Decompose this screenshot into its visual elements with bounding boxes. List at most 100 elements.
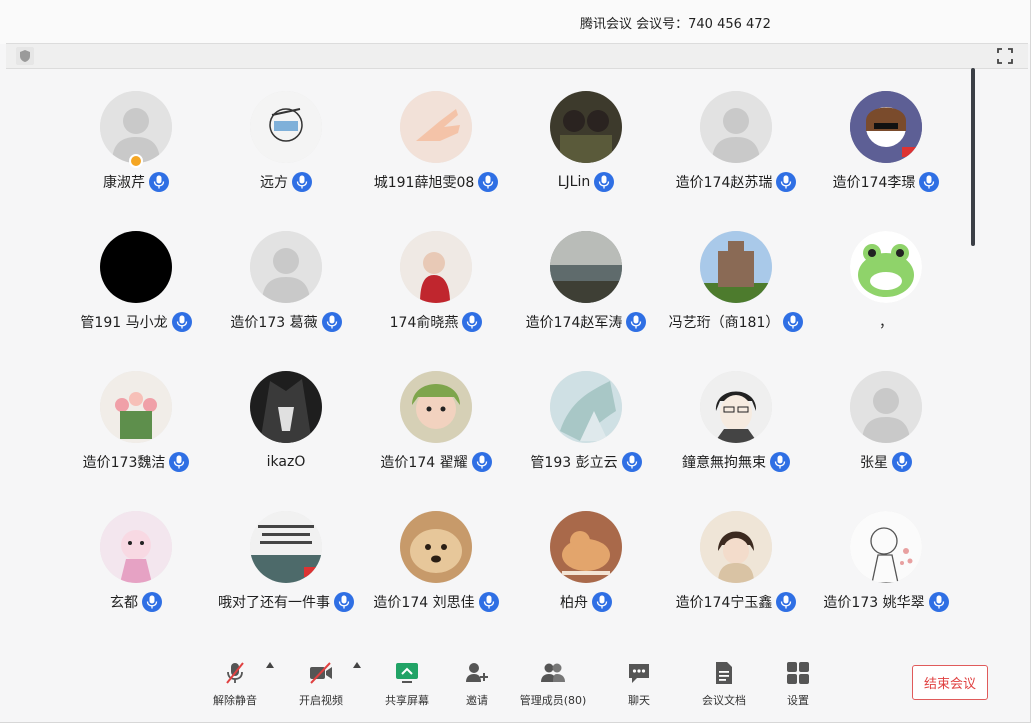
add-person-icon	[466, 663, 488, 682]
mic-icon	[776, 172, 797, 192]
manage-members-label: 管理成员(80)	[519, 694, 587, 707]
participant-name-row: 造价173 葛薇	[211, 311, 361, 333]
participant-name: 174俞晓燕	[389, 315, 459, 331]
participant-tile[interactable]: 玄都	[61, 511, 211, 621]
participant-name: 远方	[260, 175, 288, 191]
participant-tile[interactable]: 造价173 姚华翠	[811, 511, 961, 621]
participant-tile[interactable]: 造价174李璟	[811, 91, 961, 201]
shield-icon[interactable]	[16, 47, 34, 65]
mic-icon	[478, 172, 499, 192]
settings-button[interactable]: 设置	[753, 660, 843, 712]
avatar	[550, 511, 622, 583]
participant-name-row: 柏舟	[511, 591, 661, 613]
mic-icon	[621, 452, 642, 472]
mute-options-caret[interactable]	[266, 662, 274, 668]
participant-name: 哦对了还有一件事	[218, 595, 330, 611]
participant-name: 管191 马小龙	[80, 315, 168, 331]
participant-name-row: 造价174赵军涛	[511, 311, 661, 333]
mic-icon	[334, 592, 354, 612]
document-icon	[716, 662, 732, 684]
participant-tile[interactable]: ikazO	[211, 371, 361, 481]
participant-name: 柏舟	[560, 595, 588, 611]
participant-name: 玄都	[110, 595, 138, 611]
participant-name-row: 造价173 姚华翠	[811, 591, 961, 613]
participant-name: 冯艺珩（商181）	[668, 315, 780, 331]
participant-tile[interactable]: 造价174 翟耀	[361, 371, 511, 481]
chat-icon	[629, 664, 649, 683]
participant-name-row: 冯艺珩（商181）	[661, 311, 811, 333]
participant-name: 张星	[860, 455, 888, 471]
avatar	[250, 511, 322, 583]
participant-tile[interactable]: 造价173 葛薇	[211, 231, 361, 341]
participant-tile[interactable]: ，	[811, 231, 961, 341]
participant-name: LJLin	[557, 174, 591, 190]
avatar	[100, 91, 172, 163]
participant-tile[interactable]: LJLin	[511, 91, 661, 201]
avatar	[700, 231, 772, 303]
participant-name-row: 造价174 翟耀	[361, 451, 511, 473]
participant-name-row: 174俞晓燕	[361, 311, 511, 333]
participant-name: 鐘意無拘無束	[682, 455, 766, 471]
avatar	[550, 371, 622, 443]
participant-name: 造价173 葛薇	[230, 315, 318, 331]
avatar	[700, 371, 772, 443]
start-video-label: 开启视频	[299, 694, 343, 707]
participant-tile[interactable]: 康淑芹	[61, 91, 211, 201]
scrollbar[interactable]	[971, 68, 975, 246]
participant-name-row: 哦对了还有一件事	[211, 591, 361, 613]
participant-name: 城191薛旭雯08	[373, 175, 475, 191]
avatar	[250, 231, 322, 303]
avatar	[850, 511, 922, 583]
video-options-caret[interactable]	[353, 662, 361, 668]
participant-tile[interactable]: 管193 彭立云	[511, 371, 661, 481]
avatar	[400, 91, 472, 163]
participant-name-row: 管191 马小龙	[61, 311, 211, 333]
participant-name: ikazO	[266, 454, 306, 470]
mic-icon	[892, 452, 912, 472]
participant-tile[interactable]: 鐘意無拘無束	[661, 371, 811, 481]
participant-name: 管193 彭立云	[530, 455, 618, 471]
end-meeting-button[interactable]: 结束会议	[912, 665, 988, 700]
manage-members-button[interactable]: 管理成员(80)	[508, 660, 598, 712]
participant-tile[interactable]: 造价174赵军涛	[511, 231, 661, 341]
participant-name-row: 玄都	[61, 591, 211, 613]
participant-tile[interactable]: 冯艺珩（商181）	[661, 231, 811, 341]
participant-name: 造价174赵苏瑞	[675, 175, 773, 191]
participant-tile[interactable]: 174俞晓燕	[361, 231, 511, 341]
mic-icon	[626, 312, 647, 332]
participant-tile[interactable]: 造价174 刘思佳	[361, 511, 511, 621]
participant-name: 康淑芹	[103, 175, 145, 191]
members-icon	[541, 663, 565, 682]
mic-icon	[478, 592, 499, 612]
chat-button[interactable]: 聊天	[594, 660, 684, 712]
mic-icon	[592, 592, 612, 612]
participant-tile[interactable]: 张星	[811, 371, 961, 481]
participant-name: 造价174宁玉鑫	[675, 595, 773, 611]
participant-tile[interactable]: 管191 马小龙	[61, 231, 211, 341]
participant-tile[interactable]: 造价174宁玉鑫	[661, 511, 811, 621]
avatar	[400, 231, 472, 303]
fullscreen-icon[interactable]	[996, 47, 1014, 65]
participant-tile[interactable]: 造价174赵苏瑞	[661, 91, 811, 201]
mic-icon	[142, 592, 162, 612]
mic-icon	[169, 452, 190, 472]
avatar	[550, 231, 622, 303]
participant-tile[interactable]: 城191薛旭雯08	[361, 91, 511, 201]
mic-icon	[594, 172, 615, 192]
share-screen-icon	[396, 663, 418, 683]
avatar	[850, 371, 922, 443]
mic-icon	[171, 312, 192, 332]
participant-name-row: 造价174李璟	[811, 171, 961, 193]
mic-icon	[919, 172, 940, 192]
participant-name-row: ikazO	[211, 451, 361, 473]
participant-name-row: 城191薛旭雯08	[361, 171, 511, 193]
mic-icon	[776, 592, 797, 612]
participant-tile[interactable]: 造价173魏洁	[61, 371, 211, 481]
meeting-window: 腾讯会议 会议号：740 456 472 康淑芹 远方 城191薛旭雯08 LJLin…	[0, 0, 1031, 723]
settings-grid-icon	[787, 662, 809, 684]
participant-tile[interactable]: 柏舟	[511, 511, 661, 621]
participant-tile[interactable]: 哦对了还有一件事	[211, 511, 361, 621]
unmute-label: 解除静音	[213, 694, 257, 707]
participant-tile[interactable]: 远方	[211, 91, 361, 201]
mic-icon	[149, 172, 169, 192]
